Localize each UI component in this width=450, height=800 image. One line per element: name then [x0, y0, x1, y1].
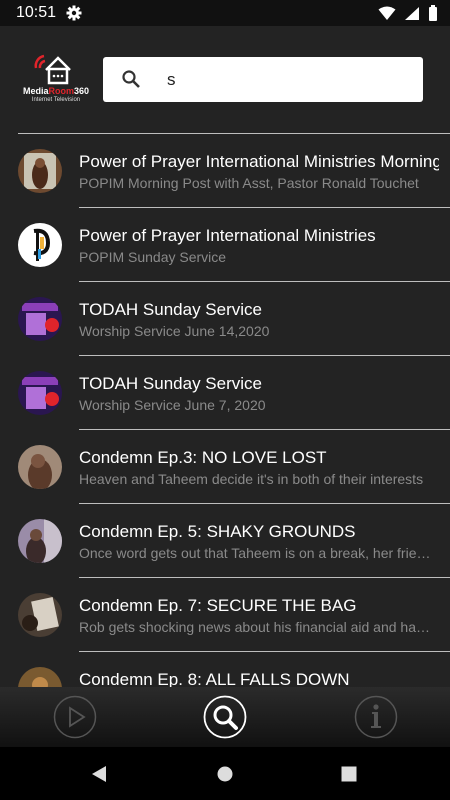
- item-title: TODAH Sunday Service: [79, 374, 262, 393]
- list-item[interactable]: TODAH Sunday Service Worship Service Jun…: [0, 282, 450, 356]
- list-item[interactable]: Condemn Ep. 7: SECURE THE BAG Rob gets s…: [0, 578, 450, 652]
- header: MediaRoom360 Internet Television: [0, 26, 450, 134]
- list-item[interactable]: Condemn Ep. 8: ALL FALLS DOWN: [0, 652, 450, 687]
- item-subtitle: Once word gets out that Taheem is on a b…: [79, 545, 434, 561]
- item-title: Power of Prayer International Ministries…: [79, 152, 439, 171]
- item-subtitle: POPIM Sunday Service: [79, 249, 227, 265]
- thumbnail: [18, 223, 62, 267]
- thumbnail: [18, 667, 62, 687]
- bottom-toolbar: [0, 687, 450, 747]
- search-icon[interactable]: [203, 695, 247, 739]
- item-subtitle: Worship Service June 14,2020: [79, 323, 270, 339]
- house-broadcast-icon: [34, 54, 71, 85]
- play-icon[interactable]: [53, 695, 97, 739]
- search-input[interactable]: [165, 65, 409, 95]
- item-title: Power of Prayer International Ministries: [79, 226, 376, 245]
- app-logo: MediaRoom360 Internet Television: [20, 50, 92, 106]
- thumbnail: [18, 297, 62, 341]
- thumbnail: [18, 593, 62, 637]
- thumbnail: [18, 149, 62, 193]
- system-icons: [378, 5, 438, 21]
- item-subtitle: POPIM Morning Post with Asst, Pastor Ron…: [79, 175, 419, 191]
- item-title: TODAH Sunday Service: [79, 300, 262, 319]
- item-title: Condemn Ep.3: NO LOVE LOST: [79, 448, 327, 467]
- item-subtitle: Heaven and Taheem decide it's in both of…: [79, 471, 424, 487]
- list-item[interactable]: TODAH Sunday Service Worship Service Jun…: [0, 356, 450, 430]
- thumbnail: [18, 445, 62, 489]
- info-icon[interactable]: [354, 695, 398, 739]
- logo-wordmark: MediaRoom360: [22, 86, 90, 96]
- android-nav-bar: [0, 747, 450, 800]
- list-item[interactable]: Condemn Ep. 5: SHAKY GROUNDS Once word g…: [0, 504, 450, 578]
- wifi-icon: [378, 6, 396, 20]
- gear-icon: [66, 5, 82, 21]
- logo-tagline: Internet Television: [31, 97, 81, 103]
- item-subtitle: Worship Service June 7, 2020: [79, 397, 266, 413]
- back-icon[interactable]: [90, 765, 108, 783]
- thumbnail: [18, 519, 62, 563]
- list-item[interactable]: Condemn Ep.3: NO LOVE LOST Heaven and Ta…: [0, 430, 450, 504]
- item-title: Condemn Ep. 7: SECURE THE BAG: [79, 596, 357, 615]
- status-time: 10:51: [16, 4, 57, 21]
- search-icon: [122, 70, 140, 88]
- recents-icon[interactable]: [341, 765, 357, 783]
- status-bar: 10:51: [0, 0, 450, 26]
- list-item[interactable]: Power of Prayer International Ministries…: [0, 208, 450, 282]
- search-box[interactable]: [103, 57, 423, 102]
- item-title: Condemn Ep. 8: ALL FALLS DOWN: [79, 670, 350, 687]
- list-item[interactable]: Power of Prayer International Ministries…: [0, 134, 450, 208]
- home-icon[interactable]: [217, 765, 233, 783]
- results-list: Power of Prayer International Ministries…: [0, 134, 450, 687]
- battery-icon: [429, 5, 437, 21]
- item-subtitle: Rob gets shocking news about his financi…: [79, 619, 434, 635]
- item-title: Condemn Ep. 5: SHAKY GROUNDS: [79, 522, 356, 541]
- signal-icon: [405, 6, 419, 20]
- thumbnail: [18, 371, 62, 415]
